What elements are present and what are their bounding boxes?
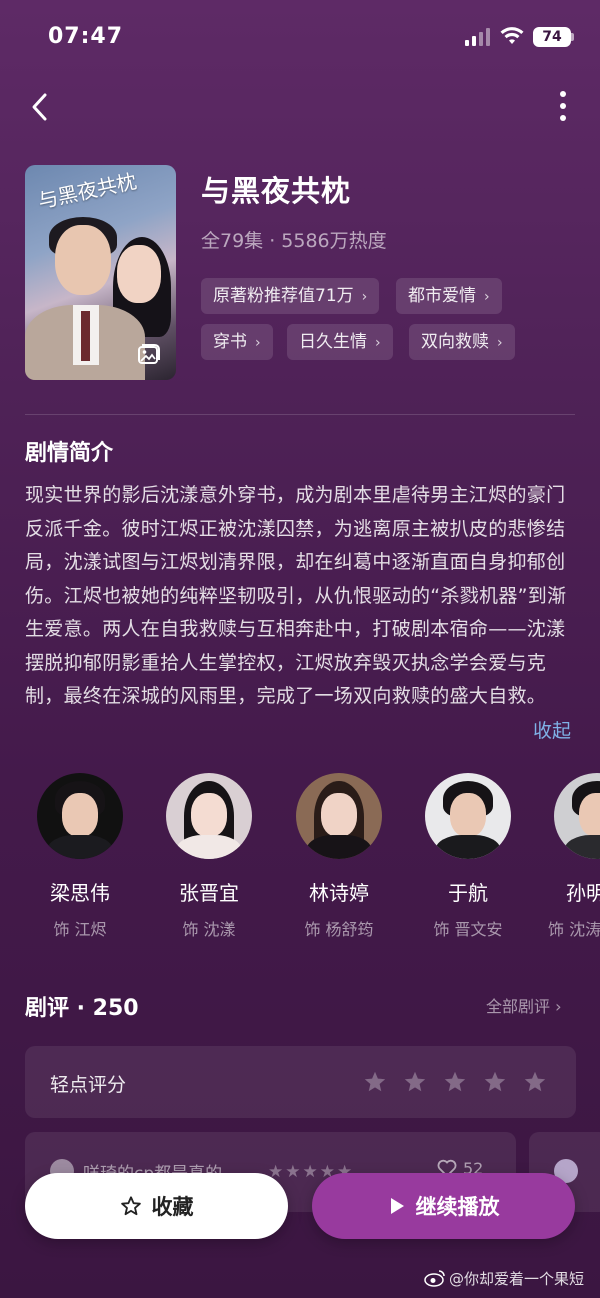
battery-indicator: 74 [533, 27, 571, 47]
star-icon[interactable] [483, 1070, 507, 1094]
tag-slow-burn[interactable]: 日久生情 › [287, 324, 393, 360]
tag-mutual-redemption[interactable]: 双向救赎 › [409, 324, 515, 360]
favorite-button[interactable]: 收藏 [25, 1173, 288, 1239]
tag-label: 日久生情 [299, 332, 367, 352]
cast-role: 饰 晋文安 [433, 920, 503, 939]
chevron-right-icon: › [375, 335, 381, 351]
cast-role: 饰 杨舒筠 [304, 920, 374, 939]
synopsis-heading: 剧情简介 [25, 441, 114, 466]
chevron-right-icon: › [361, 289, 368, 305]
cast-name: 梁思伟 [50, 881, 110, 905]
back-arrow-icon[interactable] [26, 90, 56, 124]
cast-role: 饰 沈漾 [182, 920, 236, 939]
cast-member[interactable]: 张晋宜 饰 沈漾 [154, 773, 264, 940]
more-vertical-icon[interactable] [552, 88, 574, 124]
tag-label: 原著粉推荐值71万 [213, 286, 354, 306]
continue-play-button[interactable]: 继续播放 [312, 1173, 575, 1239]
rating-label: 轻点评分 [50, 1074, 127, 1096]
star-icon [120, 1196, 141, 1216]
watermark-text: @你却爱着一个果短 [449, 1270, 585, 1288]
star-icon[interactable] [523, 1070, 547, 1094]
collapse-link[interactable]: 收起 [533, 716, 571, 743]
cast-name: 林诗婷 [309, 881, 369, 905]
divider [25, 414, 575, 415]
cast-name: 张晋宜 [179, 881, 239, 905]
show-title: 与黑夜共枕 [201, 174, 352, 208]
cast-member[interactable]: 林诗婷 饰 杨舒筠 [284, 773, 394, 940]
poster-figure [55, 225, 111, 295]
poster-figure [117, 245, 161, 303]
poster-title: 与黑夜共枕 [35, 168, 139, 214]
avatar [296, 773, 382, 859]
cast-member[interactable]: 梁思伟 饰 江烬 [25, 773, 135, 940]
status-bar: 07:47 74 [0, 0, 600, 74]
watermark: @你却爱着一个果短 [424, 1268, 584, 1289]
star-icon[interactable] [363, 1070, 387, 1094]
reviews-heading: 剧评 · 250 [25, 996, 139, 1021]
avatar [166, 773, 252, 859]
star-icon[interactable] [403, 1070, 427, 1094]
cast-name: 于航 [448, 881, 488, 905]
gallery-icon[interactable] [134, 340, 162, 368]
tag-label: 都市爱情 [408, 286, 476, 306]
status-time: 07:47 [48, 24, 124, 49]
tag-label: 穿书 [213, 332, 247, 352]
tag-recommendation[interactable]: 原著粉推荐值71万 › [201, 278, 380, 314]
all-reviews-link[interactable]: 全部剧评 › [486, 993, 562, 1017]
avatar [37, 773, 123, 859]
avatar [554, 773, 600, 859]
wifi-icon [500, 27, 524, 44]
cast-role: 饰 江烬 [53, 920, 107, 939]
cast-member[interactable]: 孙明 饰 沈涛 [542, 773, 600, 940]
star-icon[interactable] [443, 1070, 467, 1094]
chevron-right-icon: › [484, 289, 490, 305]
cast-member[interactable]: 于航 饰 晋文安 [413, 773, 523, 940]
play-label: 继续播放 [415, 1195, 500, 1219]
battery-tip [571, 33, 574, 41]
favorite-label: 收藏 [151, 1195, 194, 1219]
cellular-signal-icon [465, 28, 490, 46]
tag-urban-romance[interactable]: 都市爱情 › [396, 278, 502, 314]
poster-figure [81, 311, 90, 361]
cast-role: 饰 沈涛 [548, 920, 600, 939]
tag-label: 双向救赎 [421, 332, 489, 352]
avatar [425, 773, 511, 859]
show-meta: 全79集 · 5586万热度 [201, 230, 387, 252]
play-icon [390, 1198, 404, 1214]
tag-book-transmigration[interactable]: 穿书 › [201, 324, 273, 360]
chevron-right-icon: › [497, 335, 503, 351]
synopsis-text: 现实世界的影后沈漾意外穿书，成为剧本里虐待男主江烬的豪门反派千金。彼时江烬正被沈… [25, 484, 567, 707]
rating-card: 轻点评分 [25, 1046, 576, 1118]
weibo-icon [424, 1270, 445, 1287]
chevron-right-icon: › [255, 335, 261, 351]
cast-name: 孙明 [566, 881, 600, 905]
